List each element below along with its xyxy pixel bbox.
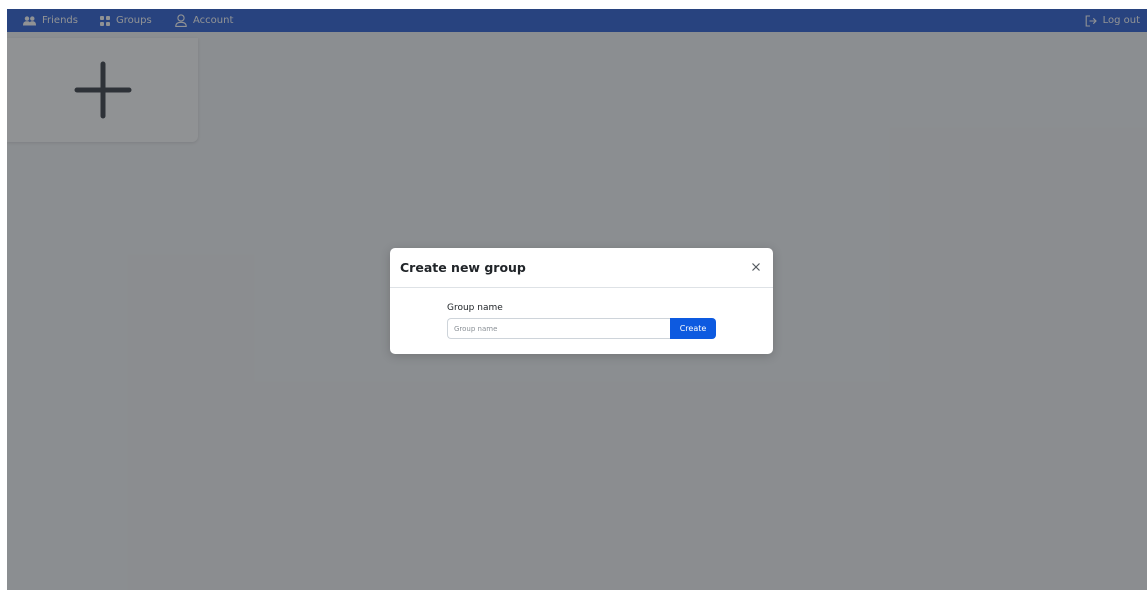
create-button[interactable]: Create xyxy=(670,318,716,339)
create-group-modal: Create new group Group name Create xyxy=(390,248,773,354)
group-name-label: Group name xyxy=(447,303,503,313)
group-name-input[interactable] xyxy=(447,318,670,339)
modal-title: Create new group xyxy=(400,260,526,275)
modal-header: Create new group xyxy=(390,248,773,288)
close-icon[interactable] xyxy=(750,261,762,273)
app-frame: Friends Groups Account Log out xyxy=(7,9,1147,590)
